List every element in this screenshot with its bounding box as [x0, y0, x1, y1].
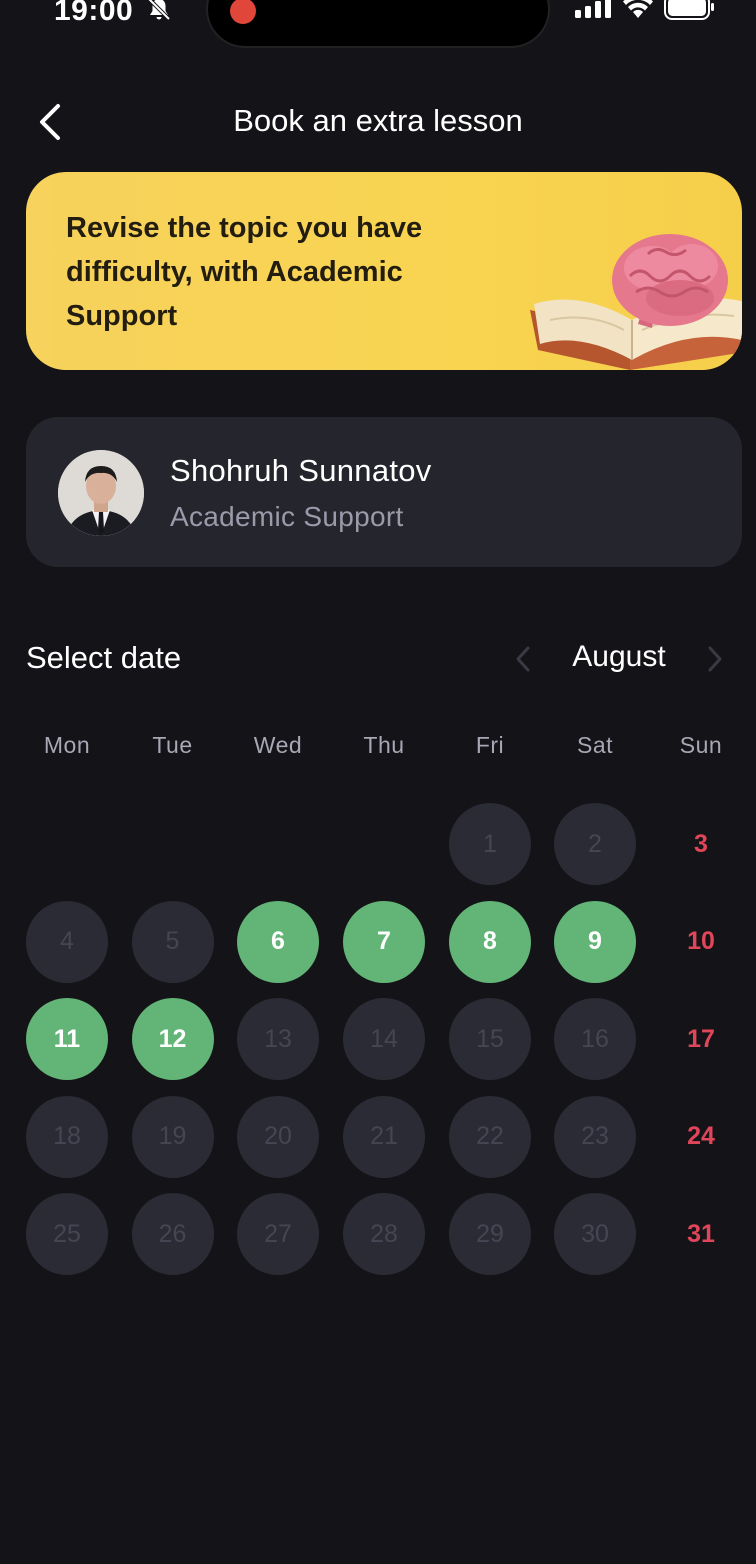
calendar-day-22: 22: [449, 1095, 531, 1178]
calendar-day-2: 2: [554, 803, 636, 885]
banner-text: Revise the topic you have difficulty, wi…: [66, 212, 423, 332]
calendar-day-13: 13: [237, 998, 319, 1081]
teacher-card[interactable]: Shohruh Sunnatov Academic Support: [26, 417, 742, 567]
calendar-day-8[interactable]: 8: [449, 900, 531, 983]
teacher-role: Academic Support: [170, 501, 404, 532]
calendar-day-15: 15: [449, 998, 531, 1081]
teacher-photo: [58, 450, 144, 536]
wifi-icon: [623, 0, 653, 18]
weekday-tue: Tue: [152, 732, 193, 758]
cellular-signal-icon: [575, 0, 611, 18]
weekday-wed: Wed: [253, 732, 303, 758]
bell-off-icon: [147, 0, 171, 21]
calendar-day-16: 16: [554, 998, 636, 1081]
calendar-day-14: 14: [343, 998, 425, 1081]
calendar-day-20: 20: [237, 1095, 319, 1178]
calendar-day-23: 23: [554, 1095, 636, 1178]
calendar-day-29: 29: [449, 1193, 531, 1276]
calendar-day-17: 17: [687, 1024, 715, 1053]
calendar-day-9[interactable]: 9: [554, 900, 636, 983]
teacher-avatar: [58, 450, 144, 536]
weekday-mon: Mon: [43, 732, 91, 758]
next-month-chevron-icon[interactable]: [702, 644, 728, 674]
weekday-sun: Sun: [679, 732, 723, 758]
month-label: August: [572, 640, 666, 673]
calendar-day-11[interactable]: 11: [26, 998, 108, 1081]
calendar-day-18: 18: [26, 1095, 108, 1178]
status-bar: 19:00: [0, 0, 756, 48]
calendar-day-19: 19: [131, 1095, 214, 1178]
calendar-day-25: 25: [26, 1193, 108, 1276]
select-date-label: Select date: [26, 640, 182, 675]
calendar-day-28: 28: [343, 1193, 425, 1276]
calendar-day-12[interactable]: 12: [131, 998, 214, 1081]
weekday-thu: Thu: [363, 732, 405, 758]
weekday-sat: Sat: [576, 732, 614, 758]
calendar-day-6[interactable]: 6: [237, 900, 319, 983]
calendar-day-26: 26: [131, 1193, 214, 1276]
calendar-day-5: 5: [131, 900, 214, 983]
calendar-day-10: 10: [687, 927, 715, 956]
calendar-day-30: 30: [554, 1193, 636, 1276]
calendar-day-21: 21: [343, 1095, 425, 1178]
calendar-day-1: 1: [449, 803, 531, 885]
status-time: 19:00: [54, 0, 134, 27]
calendar-day-31: 31: [687, 1219, 715, 1248]
page-title: Book an extra lesson: [233, 103, 523, 138]
promo-banner: Revise the topic you have difficulty, wi…: [26, 172, 742, 370]
calendar-day-27: 27: [237, 1193, 319, 1276]
calendar-day-24: 24: [687, 1122, 715, 1151]
dynamic-island: [206, 0, 550, 48]
calendar-day-7[interactable]: 7: [343, 900, 425, 983]
calendar-day-3: 3: [694, 829, 708, 858]
weekday-header: Mon Tue Wed Thu Fri Sat Sun: [14, 732, 754, 764]
battery-icon: [664, 0, 714, 20]
brain-on-book-illustration: [530, 234, 742, 370]
calendar-day-4: 4: [26, 900, 108, 983]
teacher-name: Shohruh Sunnatov: [170, 453, 432, 488]
prev-month-chevron-icon[interactable]: [510, 644, 536, 674]
weekday-fri: Fri: [475, 732, 505, 758]
